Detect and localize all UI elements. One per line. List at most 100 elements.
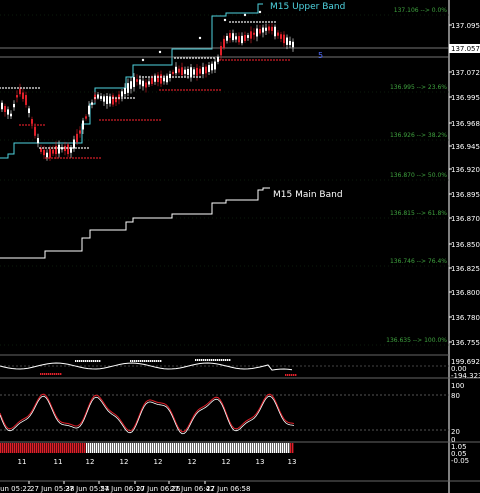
indicator3-bar xyxy=(288,443,290,453)
indicator3-bar xyxy=(228,443,230,453)
indicator3-bar xyxy=(274,443,276,453)
indicator3-bar xyxy=(290,443,292,453)
indicator1-bar xyxy=(289,374,291,376)
bull-candle xyxy=(214,61,216,70)
indicator3-bar xyxy=(2,443,4,453)
level-dot xyxy=(60,147,62,149)
indicator1-bar xyxy=(75,360,77,362)
indicator1-scale-bottom: -194.3235 xyxy=(451,372,480,380)
time-axis-label: 27 Jun 06:58 xyxy=(206,485,250,493)
indicator3-bar xyxy=(204,443,206,453)
indicator3-bar xyxy=(140,443,142,453)
level-dot xyxy=(112,97,114,99)
level-dot xyxy=(288,59,290,61)
m15-upper-band-label: M15 Upper Band xyxy=(270,2,345,12)
level-dot xyxy=(177,57,179,59)
level-dot xyxy=(207,57,209,59)
indicator3-bar xyxy=(222,443,224,453)
level-dot xyxy=(32,87,34,89)
price-scale-label: 136.870 xyxy=(451,215,480,223)
indicator3-bar xyxy=(278,443,280,453)
level-dot xyxy=(48,157,50,159)
indicator-pane-3 xyxy=(0,359,297,453)
indicator3-bar xyxy=(178,443,180,453)
level-dot xyxy=(139,76,141,78)
indicator3-bar xyxy=(84,443,86,453)
level-dot xyxy=(171,89,173,91)
bull-candle xyxy=(82,120,84,130)
bear-candle xyxy=(31,119,33,124)
level-dot xyxy=(14,87,16,89)
price-chart[interactable]: 137.106 --> 0.0% 136.995 --> 23.6% 136.926… xyxy=(0,0,480,493)
time-axis: Jun 05:2227 Jun 05:3827 Jun 05:5427 Jun … xyxy=(0,481,250,493)
level-dot xyxy=(153,119,155,121)
level-dot xyxy=(102,119,104,121)
level-dot xyxy=(262,21,264,23)
price-scale-label: 137.095 xyxy=(451,22,480,30)
level-dot xyxy=(165,89,167,91)
level-dot xyxy=(186,57,188,59)
indicator3-bar xyxy=(12,443,14,453)
bear-candle xyxy=(238,36,240,43)
bull-candle xyxy=(142,80,144,87)
level-dot xyxy=(105,119,107,121)
bear-candle xyxy=(112,95,114,105)
indicator3-bar xyxy=(128,443,130,453)
indicator3-bar xyxy=(8,443,10,453)
level-dot xyxy=(75,157,77,159)
indicator3-bar xyxy=(98,443,100,453)
indicator1-bar xyxy=(219,359,221,361)
indicator3-bar xyxy=(78,443,80,453)
indicator1-bar xyxy=(95,360,97,362)
bear-candle xyxy=(172,71,174,75)
indicator1-bar xyxy=(134,360,136,362)
level-dot xyxy=(57,147,59,149)
indicator3-bar xyxy=(80,443,82,453)
indicator3-bar xyxy=(220,443,222,453)
indicator3-bar xyxy=(172,443,174,453)
bear-candle xyxy=(79,130,81,134)
indicator3-bar xyxy=(272,443,274,453)
indicator1-bar xyxy=(197,359,199,361)
bear-candle xyxy=(136,79,138,82)
level-dot xyxy=(267,59,269,61)
bull-candle xyxy=(124,88,126,94)
indicator3-bar xyxy=(102,443,104,453)
indicator3-bar xyxy=(118,443,120,453)
indicator1-bar xyxy=(93,360,95,362)
bull-candle xyxy=(10,113,12,117)
indicator3-bar xyxy=(58,443,60,453)
indicator3-bar xyxy=(218,443,220,453)
indicator3-bar xyxy=(144,443,146,453)
level-dot xyxy=(158,50,162,54)
level-dot xyxy=(181,76,183,78)
bull-candle xyxy=(241,35,243,44)
hour-label: 13 xyxy=(256,458,265,466)
indicator3-bar xyxy=(242,443,244,453)
stochastic-main-line xyxy=(0,395,295,435)
level-dot xyxy=(28,124,30,126)
price-scale-label: 137.072 xyxy=(451,69,480,77)
level-dot xyxy=(103,97,105,99)
level-dot xyxy=(127,97,129,99)
level-dot xyxy=(31,124,33,126)
indicator3-bar xyxy=(52,443,54,453)
level-dot xyxy=(265,21,267,23)
level-dot xyxy=(154,76,156,78)
indicator3-bar xyxy=(56,443,58,453)
level-dot xyxy=(84,147,86,149)
level-dot xyxy=(81,157,83,159)
indicator1-bar xyxy=(287,374,289,376)
level-dot xyxy=(237,59,239,61)
indicator3-bar xyxy=(50,443,52,453)
indicator1-bar xyxy=(91,360,93,362)
indicator3-bar xyxy=(30,443,32,453)
level-dot xyxy=(124,97,126,99)
level-dot xyxy=(34,124,36,126)
bull-candle xyxy=(130,81,132,89)
indicator3-bar xyxy=(22,443,24,453)
indicator3-bar xyxy=(100,443,102,453)
level-dot xyxy=(174,89,176,91)
level-dot xyxy=(247,21,249,23)
indicator1-bar xyxy=(148,360,150,362)
